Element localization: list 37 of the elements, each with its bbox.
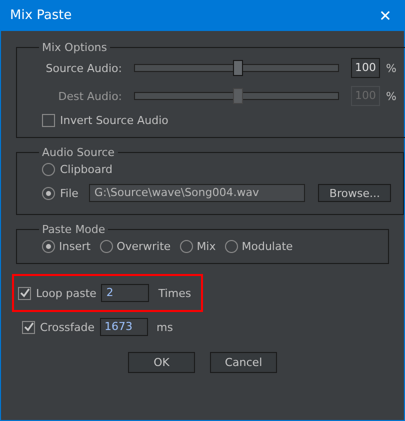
radio-label: Clipboard bbox=[60, 163, 113, 176]
radio-label: Modulate bbox=[242, 240, 293, 253]
radio-button[interactable] bbox=[42, 240, 55, 253]
checkbox[interactable] bbox=[42, 114, 55, 127]
file-path-field[interactable]: G:\Source\wave\Song004.wav bbox=[89, 184, 306, 202]
radio-button[interactable] bbox=[100, 240, 113, 253]
group-title: Mix Options bbox=[41, 41, 108, 54]
unit-label: ms bbox=[156, 320, 173, 334]
group-title: Paste Mode bbox=[41, 223, 106, 236]
slider-label: Dest Audio: bbox=[57, 90, 122, 102]
group-title: Audio Source bbox=[41, 146, 116, 159]
slider-label: Source Audio: bbox=[44, 62, 122, 74]
checkbox-label: Crossfade bbox=[40, 320, 95, 334]
window-title: Mix Paste bbox=[10, 8, 72, 23]
close-button[interactable]: ✕ bbox=[379, 6, 392, 24]
checkbox[interactable] bbox=[18, 286, 31, 300]
percent-field[interactable]: 100 bbox=[351, 58, 380, 78]
dialog-button[interactable]: OK bbox=[128, 352, 195, 373]
checkbox[interactable] bbox=[22, 320, 35, 334]
radio-button[interactable] bbox=[42, 186, 55, 200]
radio-button[interactable] bbox=[224, 240, 238, 253]
unit-label: % bbox=[386, 90, 396, 102]
unit-label: Times bbox=[158, 286, 192, 300]
browse-button[interactable]: Browse... bbox=[318, 184, 391, 202]
unit-label: % bbox=[386, 62, 396, 74]
radio-label: Insert bbox=[59, 240, 91, 253]
radio-label: Overwrite bbox=[116, 240, 171, 253]
dialog-button[interactable]: Cancel bbox=[210, 352, 277, 373]
number-field[interactable]: 1673 bbox=[100, 318, 148, 336]
checkbox-label: Loop paste bbox=[36, 286, 96, 300]
slider-thumb[interactable] bbox=[232, 60, 242, 76]
number-field[interactable]: 2 bbox=[101, 284, 150, 302]
radio-button[interactable] bbox=[180, 240, 193, 253]
radio-label: Mix bbox=[196, 240, 216, 253]
radio-button[interactable] bbox=[42, 163, 55, 176]
radio-label: File bbox=[60, 186, 78, 200]
checkbox-label: Invert Source Audio bbox=[60, 114, 168, 127]
